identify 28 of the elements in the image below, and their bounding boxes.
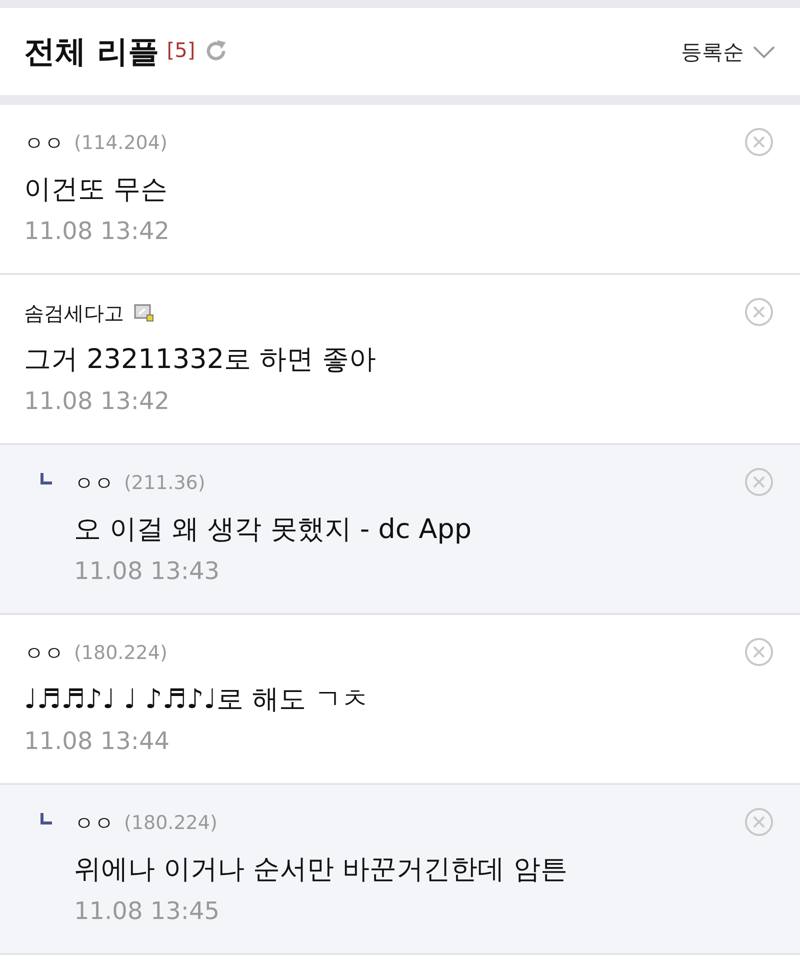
- section-title: 전체 리플: [24, 32, 159, 72]
- delete-icon[interactable]: [744, 807, 774, 837]
- delete-icon[interactable]: [744, 297, 774, 327]
- delete-icon[interactable]: [744, 467, 774, 497]
- comment-text: 이건또 무슨: [24, 173, 169, 207]
- ip-address: (180.224): [74, 642, 168, 664]
- comment-text: 오 이걸 왜 생각 못했지 - dc App: [74, 513, 473, 547]
- comment-count: [5]: [166, 38, 196, 62]
- comment-date: 11.08 13:45: [74, 897, 220, 925]
- ip-address: (114.204): [74, 132, 168, 154]
- comment-text: 위에나 이거나 순서만 바꾼거긴한데 암튼: [74, 853, 568, 887]
- chevron-down-icon: [752, 44, 776, 58]
- comment-date: 11.08 13:44: [24, 727, 170, 755]
- delete-icon[interactable]: [744, 637, 774, 667]
- comment-date: 11.08 13:43: [74, 557, 220, 585]
- author-name: ㅇㅇ: [24, 640, 64, 666]
- ip-address: (211.36): [124, 472, 206, 494]
- sort-dropdown[interactable]: 등록순: [681, 38, 776, 66]
- author-name: ㅇㅇ: [74, 810, 114, 836]
- comment-date: 11.08 13:42: [24, 387, 170, 415]
- ip-address: (180.224): [124, 812, 218, 834]
- comment-text: ♩♬♬♪♩ ♩ ♪♬♪♩로 해도 ㄱㅊ: [24, 683, 370, 717]
- comment-text: 그거 23211332로 하면 좋아: [24, 343, 378, 377]
- comment-date: 11.08 13:42: [24, 217, 170, 245]
- author-name: ㅇㅇ: [74, 470, 114, 496]
- author-name: ㅇㅇ: [24, 130, 64, 156]
- delete-icon[interactable]: [744, 127, 774, 157]
- author-name: 솜검세다고: [24, 300, 124, 326]
